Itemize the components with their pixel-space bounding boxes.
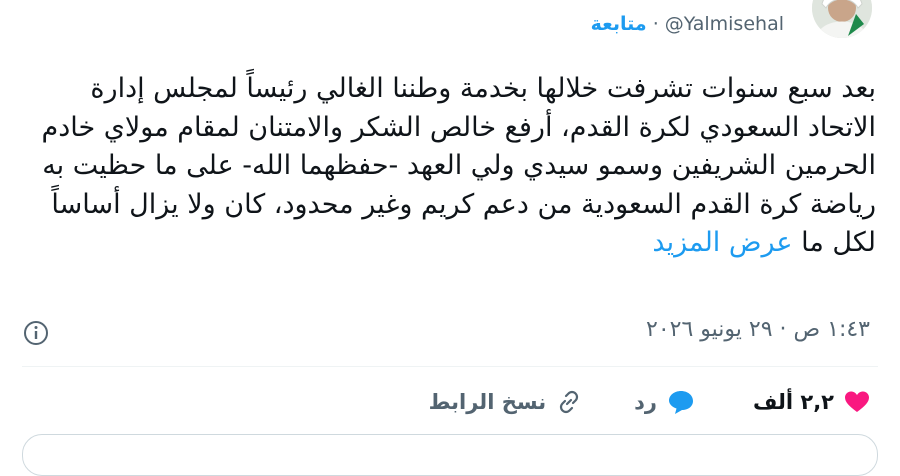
- like-count: ٢,٢ ألف: [752, 390, 834, 414]
- reply-bubble-icon: [667, 389, 695, 415]
- tweet-body: بعد سبع سنوات تشرفت خلالها بخدمة وطننا ا…: [38, 70, 876, 263]
- avatar-image: [812, 0, 872, 38]
- reply-button[interactable]: رد: [634, 389, 695, 415]
- copy-link-label: نسخ الرابط: [428, 390, 547, 414]
- avatar[interactable]: [812, 0, 872, 38]
- follow-button[interactable]: متابعة: [591, 13, 647, 35]
- reply-label: رد: [634, 390, 657, 414]
- info-icon[interactable]: [22, 319, 50, 347]
- author-handle[interactable]: @Yalmisehal: [665, 13, 784, 35]
- author-name[interactable]: [622, 0, 782, 4]
- show-more-link[interactable]: عرض المزيد: [652, 227, 792, 258]
- action-bar: ٢,٢ ألف رد نسخ الرابط: [429, 384, 870, 420]
- like-button[interactable]: ٢,٢ ألف: [753, 390, 870, 414]
- link-icon: [556, 389, 582, 415]
- read-replies-button[interactable]: [22, 434, 878, 476]
- separator-dot: ·: [652, 13, 659, 35]
- heart-icon: [844, 390, 870, 414]
- divider: [22, 366, 878, 367]
- tweet-timestamp[interactable]: ١:٤٣ ص · ٢٩ يونيو ٢٠٢٦: [646, 317, 870, 342]
- author-row: @Yalmisehal · متابعة: [591, 10, 784, 38]
- copy-link-button[interactable]: نسخ الرابط: [429, 389, 582, 415]
